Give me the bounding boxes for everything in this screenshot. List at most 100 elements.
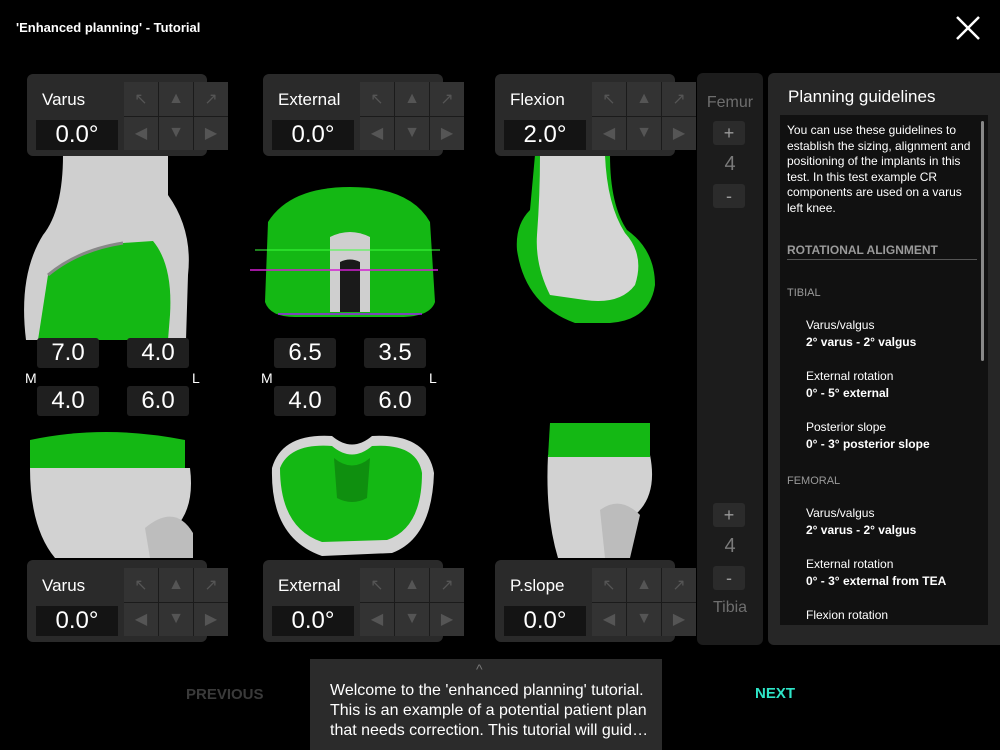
coronal-lateral-label: L — [192, 370, 200, 386]
arrow-up-icon[interactable]: ▲ — [159, 568, 193, 602]
femur-size-label: Femur — [706, 94, 754, 111]
arrow-up-right-icon[interactable]: ↗ — [430, 82, 464, 116]
coronal-medial-tibial-resection: 4.0 — [37, 386, 99, 416]
tibia-size-increase-button[interactable]: + — [713, 503, 745, 527]
guideline-value: 0° - 3° posterior slope — [806, 437, 930, 451]
chevron-up-icon[interactable]: ^ — [476, 661, 483, 677]
tibia-size-decrease-button[interactable]: - — [713, 566, 745, 590]
guidelines-scroll-area[interactable]: You can use these guidelines to establis… — [780, 115, 988, 625]
guideline-item: External rotation 0° - 3° external from … — [806, 556, 946, 590]
arrow-right-icon[interactable]: ▶ — [662, 116, 696, 150]
tibia-varus-panel: Varus 0.0° ↖ ▲ ↗ ◀ ▼ ▶ — [27, 560, 228, 642]
tibial-heading: TIBIAL — [787, 287, 821, 299]
femur-flexion-label: Flexion — [510, 90, 565, 109]
guideline-name: Varus/valgus — [806, 318, 875, 332]
tibia-slope-panel: P.slope 0.0° ↖ ▲ ↗ ◀ ▼ ▶ — [495, 560, 696, 642]
coronal-medial-resection: 7.0 — [37, 338, 99, 368]
tutorial-popup: ^ Welcome to the 'enhanced planning' tut… — [310, 659, 662, 750]
tibia-varus-value: 0.0° — [36, 606, 118, 636]
tibia-external-value: 0.0° — [272, 606, 354, 636]
femur-external-value: 0.0° — [272, 120, 354, 150]
arrow-up-left-icon[interactable]: ↖ — [360, 568, 394, 602]
tibia-size-label: Tibia — [712, 599, 748, 616]
arrow-up-icon[interactable]: ▲ — [395, 568, 429, 602]
arrow-up-left-icon[interactable]: ↖ — [360, 82, 394, 116]
guideline-value: 0° - 5° external — [806, 386, 889, 400]
arrow-down-icon[interactable]: ▼ — [627, 602, 661, 636]
arrow-down-icon[interactable]: ▼ — [159, 602, 193, 636]
arrow-right-icon[interactable]: ▶ — [430, 602, 464, 636]
arrow-down-icon[interactable]: ▼ — [395, 602, 429, 636]
femur-coronal-view — [24, 155, 189, 340]
arrow-up-icon[interactable]: ▲ — [395, 82, 429, 116]
arrow-left-icon[interactable]: ◀ — [360, 116, 394, 150]
guideline-name: External rotation — [806, 369, 894, 383]
arrow-right-icon[interactable]: ▶ — [430, 116, 464, 150]
tibia-external-label: External — [278, 576, 341, 595]
arrow-left-icon[interactable]: ◀ — [592, 116, 626, 150]
axial-lateral-tibial-resection: 6.0 — [364, 386, 426, 416]
arrow-left-icon[interactable]: ◀ — [592, 602, 626, 636]
guideline-item: Posterior slope 0° - 3° posterior slope — [806, 419, 930, 453]
axial-medial-resection: 6.5 — [274, 338, 336, 368]
femur-size-increase-button[interactable]: + — [713, 121, 745, 145]
femur-size-decrease-button[interactable]: - — [713, 184, 745, 208]
guidelines-scrollbar[interactable] — [981, 121, 984, 361]
arrow-right-icon[interactable]: ▶ — [194, 602, 228, 636]
guideline-item: External rotation 0° - 5° external — [806, 368, 893, 402]
arrow-down-icon[interactable]: ▼ — [627, 116, 661, 150]
coronal-medial-label: M — [25, 370, 37, 386]
arrow-up-right-icon[interactable]: ↗ — [662, 568, 696, 602]
arrow-left-icon[interactable]: ◀ — [360, 602, 394, 636]
femur-flexion-panel: Flexion 2.0° ↖ ▲ ↗ ◀ ▼ ▶ — [495, 74, 696, 156]
arrow-up-left-icon[interactable]: ↖ — [124, 82, 158, 116]
close-icon[interactable] — [954, 14, 982, 42]
arrow-up-right-icon[interactable]: ↗ — [662, 82, 696, 116]
tibia-varus-label: Varus — [42, 576, 86, 595]
arrow-left-icon[interactable]: ◀ — [124, 116, 158, 150]
arrow-up-right-icon[interactable]: ↗ — [194, 82, 228, 116]
guideline-item: Varus/valgus 2° varus - 2° valgus — [806, 505, 916, 539]
next-button[interactable]: NEXT — [755, 685, 795, 702]
femur-external-arrows: ↖ ▲ ↗ ◀ ▼ ▶ — [360, 82, 464, 150]
axial-medial-tibial-resection: 4.0 — [274, 386, 336, 416]
femur-external-panel: External 0.0° ↖ ▲ ↗ ◀ ▼ ▶ — [263, 74, 464, 156]
axial-lateral-resection: 3.5 — [364, 338, 426, 368]
tibia-external-arrows: ↖ ▲ ↗ ◀ ▼ ▶ — [360, 568, 464, 636]
guideline-name: External rotation — [806, 557, 894, 571]
guideline-item: Flexion rotation — [806, 607, 888, 624]
femur-flexion-arrows: ↖ ▲ ↗ ◀ ▼ ▶ — [592, 82, 696, 150]
arrow-up-right-icon[interactable]: ↗ — [430, 568, 464, 602]
previous-button[interactable]: PREVIOUS — [186, 686, 264, 703]
guidelines-intro: You can use these guidelines to establis… — [787, 123, 971, 215]
section-divider — [787, 259, 977, 260]
arrow-left-icon[interactable]: ◀ — [124, 602, 158, 636]
guideline-name: Flexion rotation — [806, 608, 889, 622]
tibia-axial-view — [271, 435, 434, 556]
guideline-item: Varus/valgus 2° varus - 2° valgus — [806, 317, 916, 351]
guideline-value: 0° - 3° external from TEA — [806, 574, 947, 588]
femur-varus-arrows: ↖ ▲ ↗ ◀ ▼ ▶ — [124, 82, 228, 150]
window-title: 'Enhanced planning' - Tutorial — [16, 20, 201, 35]
arrow-down-icon[interactable]: ▼ — [159, 116, 193, 150]
arrow-up-left-icon[interactable]: ↖ — [592, 568, 626, 602]
coronal-lateral-tibial-resection: 6.0 — [127, 386, 189, 416]
arrow-up-right-icon[interactable]: ↗ — [194, 568, 228, 602]
arrow-down-icon[interactable]: ▼ — [395, 116, 429, 150]
arrow-up-icon[interactable]: ▲ — [627, 82, 661, 116]
femur-size-value: 4 — [724, 153, 736, 175]
arrow-up-left-icon[interactable]: ↖ — [592, 82, 626, 116]
tibia-external-panel: External 0.0° ↖ ▲ ↗ ◀ ▼ ▶ — [263, 560, 464, 642]
arrow-up-left-icon[interactable]: ↖ — [124, 568, 158, 602]
tibia-size-value: 4 — [724, 535, 736, 557]
femur-axial-view — [250, 187, 440, 317]
arrow-right-icon[interactable]: ▶ — [194, 116, 228, 150]
femur-varus-label: Varus — [42, 90, 86, 109]
arrow-up-icon[interactable]: ▲ — [159, 82, 193, 116]
arrow-right-icon[interactable]: ▶ — [662, 602, 696, 636]
guideline-value: 2° varus - 2° valgus — [806, 523, 917, 537]
guidelines-title: Planning guidelines — [788, 87, 936, 106]
femur-flexion-value: 2.0° — [504, 120, 586, 150]
arrow-up-icon[interactable]: ▲ — [627, 568, 661, 602]
femur-external-label: External — [278, 90, 341, 109]
